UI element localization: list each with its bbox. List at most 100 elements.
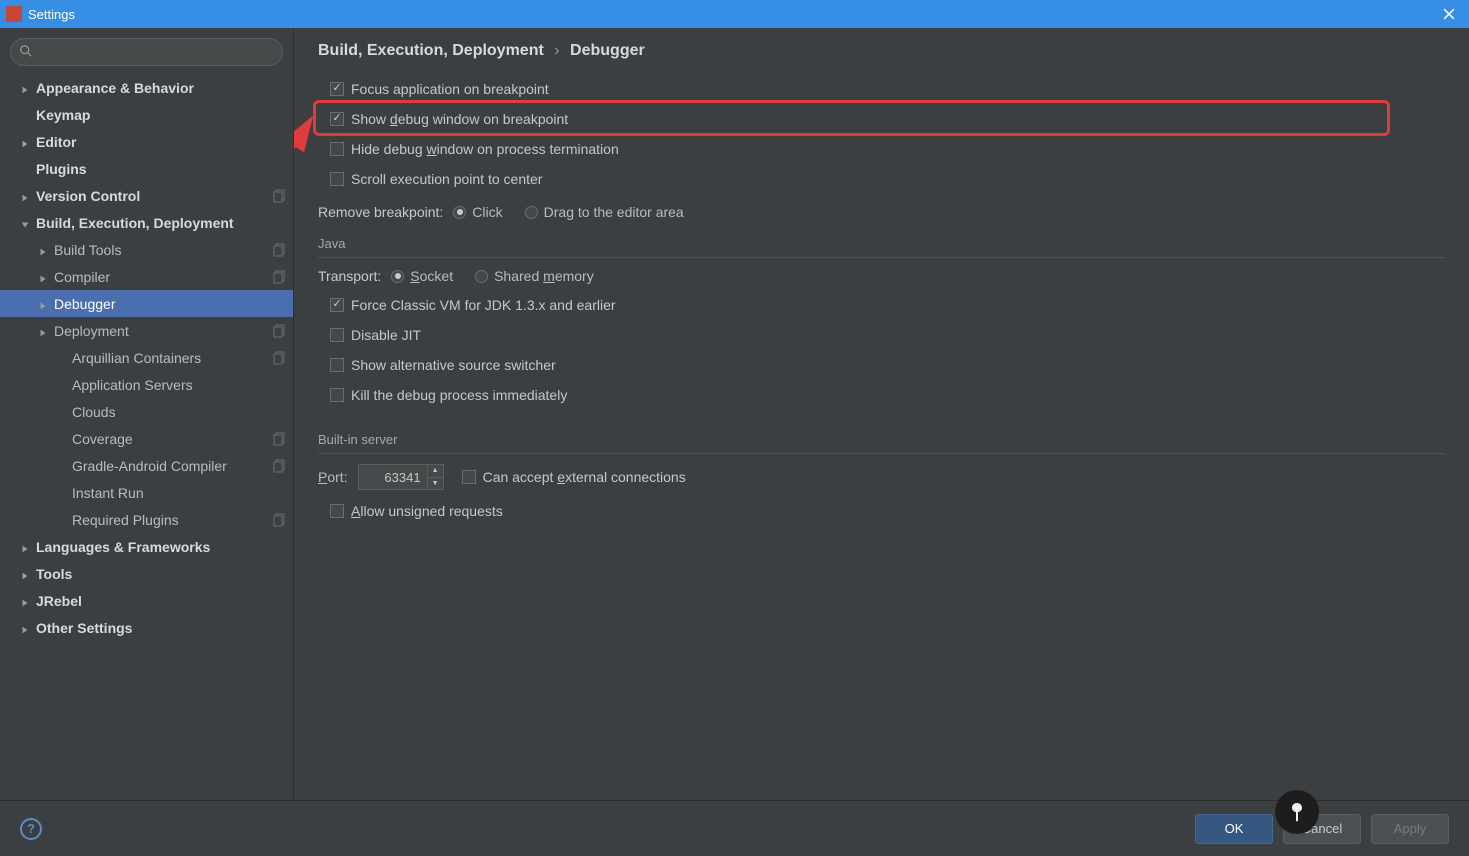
tree-item-label: Other Settings: [36, 620, 287, 636]
port-step-down[interactable]: ▼: [428, 478, 443, 490]
chevron-right-icon: [20, 595, 32, 607]
tree-item-label: Tools: [36, 566, 287, 582]
section-java: Java: [318, 236, 1445, 251]
tree-item-keymap[interactable]: Keymap: [0, 101, 293, 128]
settings-sidebar: Appearance & Behavior Keymap Editor Plugins…: [0, 28, 293, 800]
tree-item-build-execution-deployment[interactable]: Build, Execution, Deployment: [0, 209, 293, 236]
checkbox-label: Force Classic VM for JDK 1.3.x and earli…: [351, 297, 616, 313]
checkbox-row: Kill the debug process immediately: [318, 380, 1445, 410]
checkbox[interactable]: [330, 112, 344, 126]
copy-icon: [273, 243, 287, 257]
checkbox[interactable]: [330, 172, 344, 186]
tree-item-label: Version Control: [36, 188, 273, 204]
checkbox-label: Show alternative source switcher: [351, 357, 556, 373]
chevron-right-icon: [20, 136, 32, 148]
checkbox[interactable]: [330, 328, 344, 342]
tree-item-build-tools[interactable]: Build Tools: [0, 236, 293, 263]
help-button[interactable]: ?: [20, 818, 42, 840]
checkbox[interactable]: [330, 358, 344, 372]
tree-item-label: Arquillian Containers: [72, 350, 273, 366]
tree-item-appearance-behavior[interactable]: Appearance & Behavior: [0, 74, 293, 101]
tree-item-label: Required Plugins: [72, 512, 273, 528]
window-title: Settings: [28, 7, 1429, 22]
tree-item-label: Gradle-Android Compiler: [72, 458, 273, 474]
checkbox-label: Focus application on breakpoint: [351, 81, 549, 97]
checkbox-row: Show alternative source switcher: [318, 350, 1445, 380]
search-input[interactable]: [10, 38, 283, 66]
tree-item-version-control[interactable]: Version Control: [0, 182, 293, 209]
checkbox-row: Scroll execution point to center: [318, 164, 1445, 194]
accept-external-label: Can accept external connections: [483, 469, 686, 485]
radio-label: Click: [472, 204, 502, 220]
transport-label: Transport:: [318, 268, 381, 284]
checkbox[interactable]: [330, 142, 344, 156]
tree-item-required-plugins[interactable]: Required Plugins: [0, 506, 293, 533]
tree-item-label: Keymap: [36, 107, 287, 123]
tree-item-label: Clouds: [72, 404, 287, 420]
apply-button[interactable]: Apply: [1371, 814, 1449, 844]
checkbox-label: Hide debug window on process termination: [351, 141, 619, 157]
tree-item-application-servers[interactable]: Application Servers: [0, 371, 293, 398]
checkbox-row: Show debug window on breakpoint: [318, 104, 1445, 134]
tree-item-deployment[interactable]: Deployment: [0, 317, 293, 344]
search-icon: [19, 44, 33, 58]
tree-item-instant-run[interactable]: Instant Run: [0, 479, 293, 506]
copy-icon: [273, 324, 287, 338]
tree-item-label: Editor: [36, 134, 287, 150]
tree-item-label: Appearance & Behavior: [36, 80, 287, 96]
port-spinner[interactable]: ▲ ▼: [358, 464, 444, 490]
tree-item-other-settings[interactable]: Other Settings: [0, 614, 293, 641]
tree-item-compiler[interactable]: Compiler: [0, 263, 293, 290]
tree-item-gradle-android-compiler[interactable]: Gradle-Android Compiler: [0, 452, 293, 479]
chevron-right-icon: [38, 298, 50, 310]
remove-breakpoint-label: Remove breakpoint:: [318, 204, 443, 220]
radio-label: Shared memory: [494, 268, 594, 284]
chevron-right-icon: [20, 82, 32, 94]
breadcrumb-separator: ›: [554, 42, 559, 59]
port-input[interactable]: [359, 465, 427, 489]
tree-item-editor[interactable]: Editor: [0, 128, 293, 155]
radio[interactable]: [525, 206, 538, 219]
radio[interactable]: [391, 270, 404, 283]
checkbox-row: Focus application on breakpoint: [318, 74, 1445, 104]
checkbox[interactable]: [330, 388, 344, 402]
tree-item-label: Languages & Frameworks: [36, 539, 287, 555]
breadcrumb-leaf: Debugger: [570, 42, 645, 59]
dialog-footer: ? OK Cancel Apply: [0, 800, 1469, 856]
tree-item-jrebel[interactable]: JRebel: [0, 587, 293, 614]
checkbox[interactable]: [330, 82, 344, 96]
tree-item-coverage[interactable]: Coverage: [0, 425, 293, 452]
tree-item-plugins[interactable]: Plugins: [0, 155, 293, 182]
radio[interactable]: [453, 206, 466, 219]
radio-label: Drag to the editor area: [544, 204, 684, 220]
tree-item-clouds[interactable]: Clouds: [0, 398, 293, 425]
tree-item-label: Compiler: [54, 269, 273, 285]
tree-item-debugger[interactable]: Debugger: [0, 290, 293, 317]
checkbox-label: Scroll execution point to center: [351, 171, 542, 187]
tree-item-label: Instant Run: [72, 485, 287, 501]
watermark-icon: [1275, 790, 1319, 834]
chevron-right-icon: [38, 325, 50, 337]
checkbox-label: Disable JIT: [351, 327, 421, 343]
chevron-right-icon: [20, 190, 32, 202]
checkbox-row: Disable JIT: [318, 320, 1445, 350]
ok-button[interactable]: OK: [1195, 814, 1273, 844]
port-step-up[interactable]: ▲: [428, 465, 443, 478]
allow-unsigned-checkbox[interactable]: [330, 504, 344, 518]
divider: [318, 257, 1445, 258]
checkbox-row: Hide debug window on process termination: [318, 134, 1445, 164]
checkbox[interactable]: [330, 298, 344, 312]
copy-icon: [273, 351, 287, 365]
chevron-right-icon: [38, 244, 50, 256]
tree-item-tools[interactable]: Tools: [0, 560, 293, 587]
allow-unsigned-label: Allow unsigned requests: [351, 503, 503, 519]
close-button[interactable]: [1429, 0, 1469, 28]
tree-item-arquillian-containers[interactable]: Arquillian Containers: [0, 344, 293, 371]
accept-external-checkbox[interactable]: [462, 470, 476, 484]
tree-item-label: Deployment: [54, 323, 273, 339]
tree-item-languages-frameworks[interactable]: Languages & Frameworks: [0, 533, 293, 560]
copy-icon: [273, 459, 287, 473]
copy-icon: [273, 513, 287, 527]
checkbox-label: Show debug window on breakpoint: [351, 111, 568, 127]
radio[interactable]: [475, 270, 488, 283]
